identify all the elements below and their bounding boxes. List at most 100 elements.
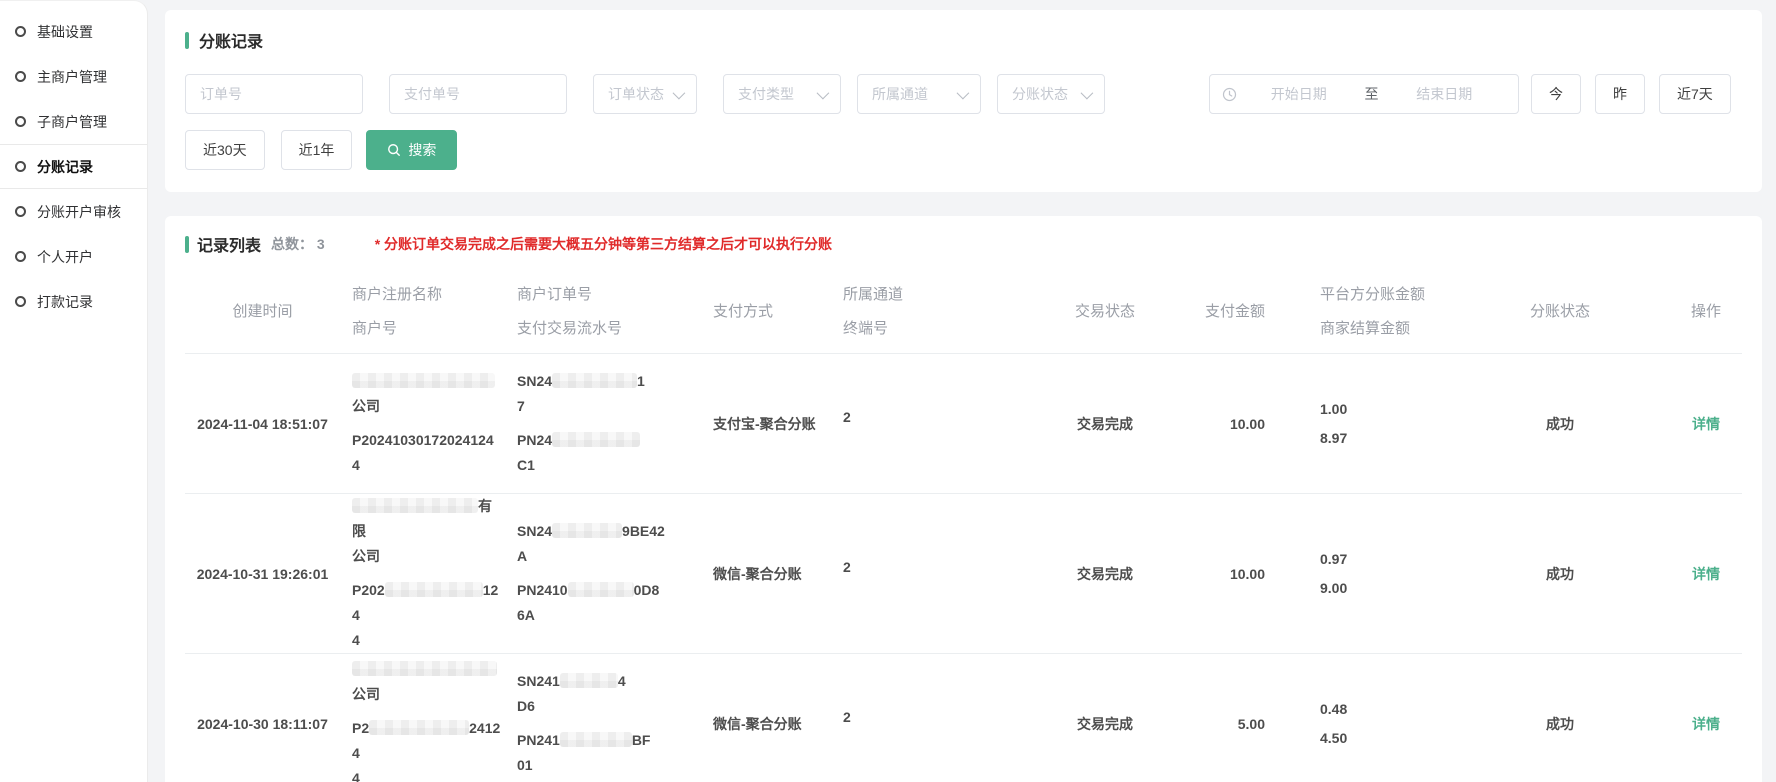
last30days-label: 近30天 xyxy=(203,140,247,160)
redacted-text xyxy=(560,732,632,747)
cell-txn-status: 交易完成 xyxy=(1010,354,1200,493)
order-no-prefix: SN24 xyxy=(517,373,552,389)
col-merchant-no: 商户号 xyxy=(352,317,397,338)
last7days-label: 近7天 xyxy=(1677,84,1713,104)
chevron-down-icon xyxy=(817,86,830,99)
circle-icon xyxy=(15,206,26,217)
search-button[interactable]: 搜索 xyxy=(366,130,457,170)
order-no-line2: D6 xyxy=(517,694,626,719)
col-pay-method: 支付方式 xyxy=(705,268,835,353)
today-label: 今 xyxy=(1549,84,1563,104)
sidebar-item-split-account-review[interactable]: 分账开户审核 xyxy=(0,189,147,234)
detail-link[interactable]: 详情 xyxy=(1692,414,1720,434)
cell-pay-method: 微信-聚合分账 xyxy=(705,494,835,653)
circle-icon xyxy=(15,71,26,82)
last7days-button[interactable]: 近7天 xyxy=(1659,74,1731,114)
order-no-line2: 7 xyxy=(517,394,645,419)
sidebar-item-main-merchant[interactable]: 主商户管理 xyxy=(0,54,147,99)
txn-no-suffix: 0D8 xyxy=(634,582,660,598)
sidebar: 基础设置 主商户管理 子商户管理 分账记录 分账开户审核 个人开户 打款记录 xyxy=(0,0,148,782)
yesterday-button[interactable]: 昨 xyxy=(1595,74,1645,114)
sidebar-item-personal-account[interactable]: 个人开户 xyxy=(0,234,147,279)
main-content: 分账记录 订单状态 支付类型 所属通道 分账状态 xyxy=(149,0,1776,782)
circle-icon xyxy=(15,296,26,307)
split-status-select[interactable]: 分账状态 xyxy=(997,74,1105,114)
order-no-input[interactable] xyxy=(185,74,363,114)
pay-type-placeholder: 支付类型 xyxy=(738,84,794,104)
end-date-field[interactable]: 结束日期 xyxy=(1383,84,1507,104)
col-order: 商户订单号 支付交易流水号 xyxy=(505,268,705,353)
settle-amount: 9.00 xyxy=(1320,580,1347,596)
list-title: 记录列表 xyxy=(197,232,261,256)
sidebar-item-payment-records[interactable]: 打款记录 xyxy=(0,279,147,324)
txn-no-line2: C1 xyxy=(517,453,640,478)
col-channel-name: 所属通道 xyxy=(843,283,903,304)
merchant-name-line2: 公司 xyxy=(352,544,505,569)
search-panel: 分账记录 订单状态 支付类型 所属通道 分账状态 xyxy=(165,10,1762,192)
records-panel-title: 记录列表 总数： 3 * 分账订单交易完成之后需要大概五分钟等第三方结算之后才可… xyxy=(185,232,1742,256)
pay-type-select[interactable]: 支付类型 xyxy=(723,74,841,114)
last-year-button[interactable]: 近1年 xyxy=(281,130,353,170)
redacted-text xyxy=(568,582,634,597)
order-status-placeholder: 订单状态 xyxy=(608,84,664,104)
order-no-prefix: SN241 xyxy=(517,673,560,689)
txn-no-line2: 6A xyxy=(517,603,659,628)
merchant-no: P2 xyxy=(352,720,369,736)
detail-link[interactable]: 详情 xyxy=(1692,564,1720,584)
total-count: 总数： 3 xyxy=(271,234,325,254)
detail-link[interactable]: 详情 xyxy=(1692,714,1720,734)
col-action: 操作 xyxy=(1630,268,1742,353)
redacted-text xyxy=(369,720,469,735)
order-no-suffix: 1 xyxy=(637,373,645,389)
start-date-field[interactable]: 开始日期 xyxy=(1237,84,1361,104)
redacted-text xyxy=(552,523,622,538)
col-channel: 所属通道 终端号 xyxy=(835,268,1010,353)
merchant-no-line2: 4 xyxy=(352,628,505,653)
terminal-no: 2 xyxy=(843,559,851,575)
cell-order: SN2414 D6 PN241BF 01 xyxy=(505,654,705,782)
cell-pay-method: 微信-聚合分账 xyxy=(705,654,835,782)
order-no-suffix: 9BE42 xyxy=(622,523,665,539)
cell-created: 2024-10-30 18:11:07 xyxy=(185,654,340,782)
platform-amount: 1.00 xyxy=(1320,401,1347,417)
platform-amount: 0.97 xyxy=(1320,551,1347,567)
redacted-text xyxy=(552,432,640,447)
range-separator: 至 xyxy=(1361,84,1383,104)
sidebar-item-sub-merchant[interactable]: 子商户管理 xyxy=(0,99,147,144)
merchant-no: P20241030172024124 xyxy=(352,432,494,448)
col-amount: 支付金额 xyxy=(1200,268,1270,353)
redacted-text xyxy=(352,498,478,513)
title-accent-bar xyxy=(185,236,189,253)
cell-order: SN241 7 PN24 C1 xyxy=(505,354,705,493)
sidebar-item-basic-settings[interactable]: 基础设置 xyxy=(0,9,147,54)
col-txn-no: 支付交易流水号 xyxy=(517,317,622,338)
last30days-button[interactable]: 近30天 xyxy=(185,130,265,170)
channel-select[interactable]: 所属通道 xyxy=(857,74,981,114)
redacted-text xyxy=(552,373,637,388)
cell-amount: 10.00 xyxy=(1200,354,1270,493)
today-button[interactable]: 今 xyxy=(1531,74,1581,114)
col-split-amounts: 平台方分账金额 商家结算金额 xyxy=(1270,268,1490,353)
table-row: 2024-11-04 18:51:07 公司 P2024103017202412… xyxy=(185,354,1742,494)
cell-action: 详情 xyxy=(1630,654,1742,782)
cell-txn-status: 交易完成 xyxy=(1010,654,1200,782)
cell-merchant: 公司 P20241030172024124 4 xyxy=(340,354,505,493)
col-created: 创建时间 xyxy=(185,268,340,353)
order-status-select[interactable]: 订单状态 xyxy=(593,74,697,114)
redacted-text xyxy=(352,373,495,388)
filter-row-1: 订单状态 支付类型 所属通道 分账状态 xyxy=(185,74,1742,114)
sidebar-item-split-records[interactable]: 分账记录 xyxy=(0,144,147,189)
col-merchant-name: 商户注册名称 xyxy=(352,283,442,304)
pay-no-input[interactable] xyxy=(389,74,567,114)
redacted-text xyxy=(352,661,497,676)
settle-amount: 8.97 xyxy=(1320,430,1347,446)
clock-icon xyxy=(1222,87,1237,102)
cell-created: 2024-11-04 18:51:07 xyxy=(185,354,340,493)
cell-txn-status: 交易完成 xyxy=(1010,494,1200,653)
title-accent-bar xyxy=(185,32,189,49)
redacted-text xyxy=(385,582,483,597)
date-range-picker[interactable]: 开始日期 至 结束日期 xyxy=(1209,74,1519,114)
merchant-no-line2: 4 xyxy=(352,766,505,782)
circle-icon xyxy=(15,26,26,37)
table-row: 2024-10-30 18:11:07 公司 P224124 4 SN2414 … xyxy=(185,654,1742,782)
